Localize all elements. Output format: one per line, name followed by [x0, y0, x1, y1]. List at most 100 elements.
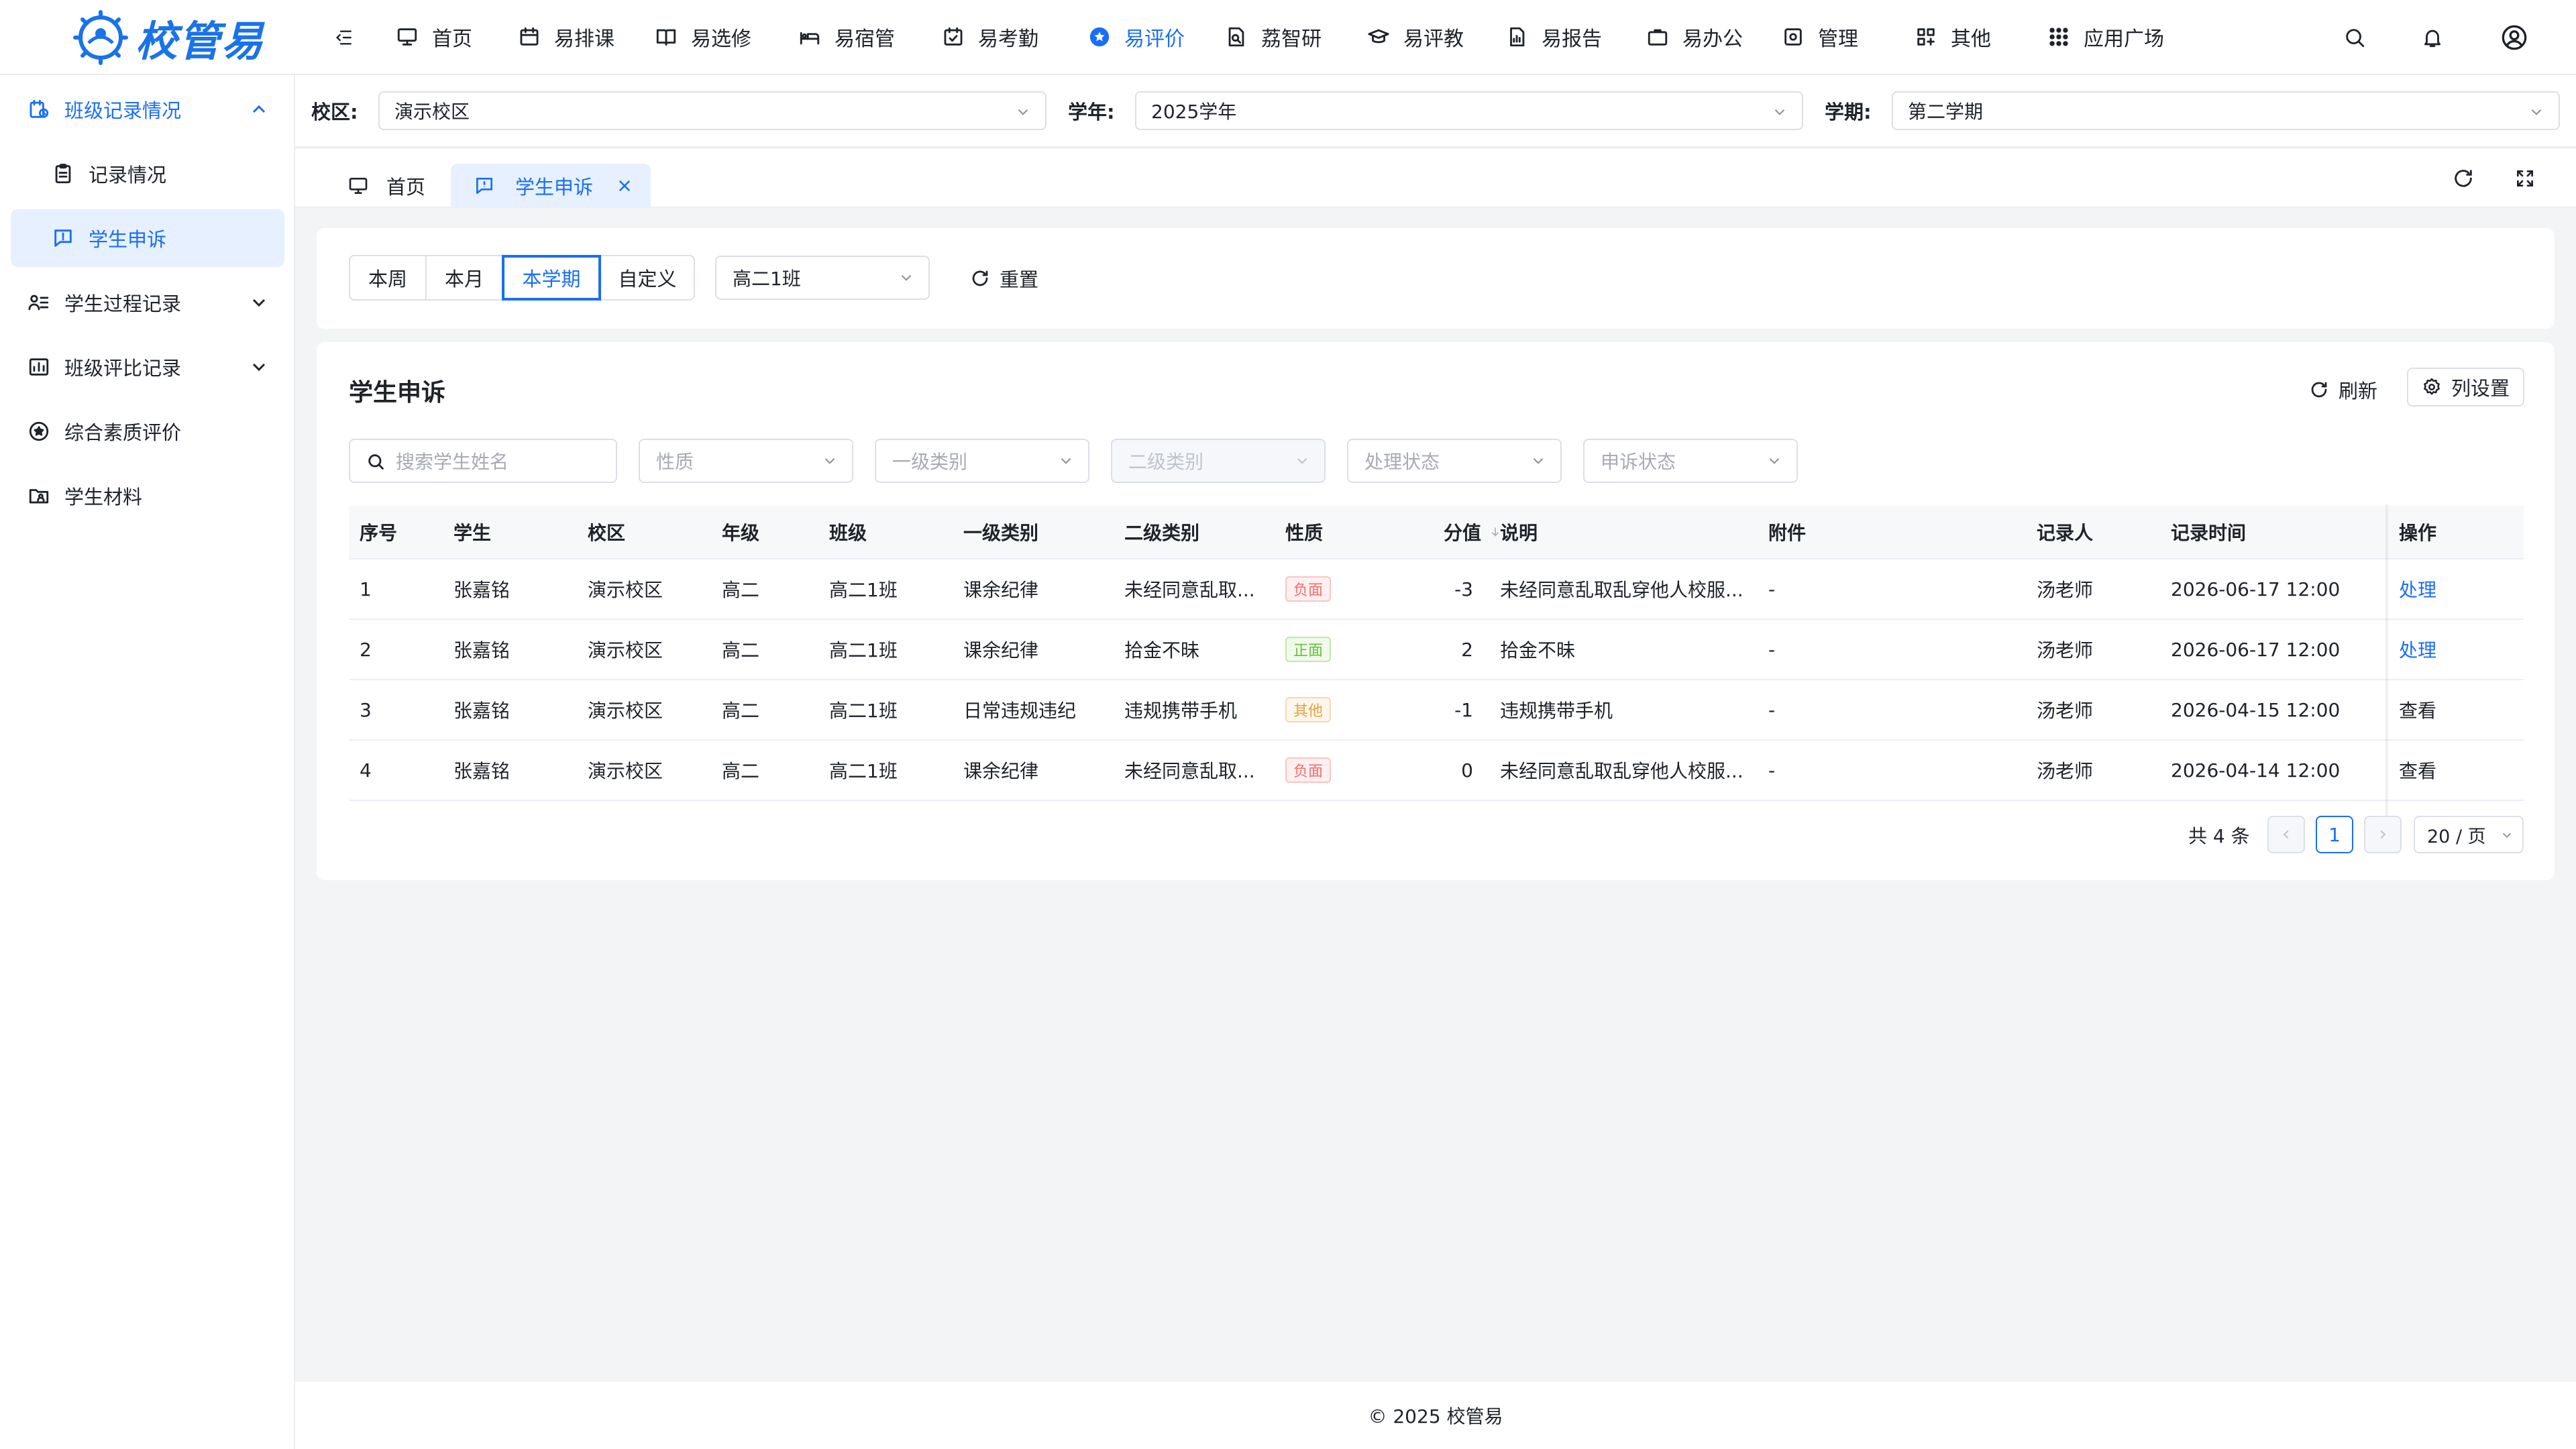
research-icon	[1228, 27, 1244, 47]
period-option-3[interactable]: 本学期	[502, 255, 601, 301]
column-header-label: 记录时间	[2171, 522, 2247, 544]
campus-cell: 演示校区	[588, 579, 663, 601]
student-cell: 张嘉铭	[453, 760, 511, 782]
sidebar-item-3[interactable]: 学生申诉	[11, 209, 284, 267]
view-action-link[interactable]: 查看	[2399, 680, 2520, 739]
campus-select[interactable]: 演示校区	[378, 91, 1046, 130]
class-cell: 高二1班	[829, 700, 898, 722]
pagination-total: 共 4 条	[2188, 825, 2250, 847]
class-cell: 高二1班	[829, 639, 898, 661]
page-size-select[interactable]: 20 / 页	[2414, 816, 2524, 853]
sidebar-collapse-button[interactable]	[329, 23, 358, 52]
refresh-button[interactable]: 刷新	[2309, 376, 2377, 404]
score-cell: -1	[1454, 698, 1473, 721]
nature-select[interactable]: 性质	[639, 439, 853, 483]
nav-item-11[interactable]: 管理	[1782, 0, 1858, 74]
reload-tab-button[interactable]	[2449, 164, 2478, 193]
fixed-column-shadow	[2385, 504, 2390, 822]
view-action-link[interactable]: 查看	[2399, 741, 2520, 800]
prev-page-button[interactable]	[2267, 816, 2305, 853]
cat1-cell: 课余纪律	[963, 760, 1039, 782]
sidebar-item-1[interactable]: 班级记录情况	[0, 80, 295, 138]
fullscreen-button[interactable]	[2510, 164, 2540, 193]
nav-item-12[interactable]: 其他	[1915, 0, 1991, 74]
sidebar-item-7[interactable]: 学生材料	[0, 467, 295, 525]
panel-title: 学生申诉	[349, 379, 446, 407]
refresh-label: 刷新	[2339, 380, 2378, 402]
process-status-select[interactable]: 处理状态	[1347, 439, 1562, 483]
chevron-down-icon	[1061, 458, 1071, 464]
nav-item-label: 易考勤	[978, 28, 1038, 51]
tab-student-appeal[interactable]: 学生申诉	[451, 164, 651, 208]
page-tab-bar: 首页 学生申诉	[295, 149, 2576, 208]
sidebar-item-2[interactable]: 记录情况	[0, 145, 295, 203]
folder-user-icon	[29, 489, 49, 504]
student-cell: 张嘉铭	[453, 579, 511, 601]
column-header-label: 记录人	[2037, 522, 2094, 544]
chevron-down-icon	[252, 299, 266, 307]
nav-item-13[interactable]: 应用广场	[2047, 0, 2164, 74]
column-header[interactable]: 分值	[1406, 506, 1500, 558]
grade-cell: 高二	[722, 639, 760, 661]
term-select[interactable]: 第二学期	[1892, 91, 2560, 130]
category1-placeholder: 一级类别	[892, 451, 968, 473]
close-icon[interactable]	[616, 177, 633, 195]
column-settings-label: 列设置	[2451, 377, 2510, 400]
desc-cell: 未经同意乱取乱穿他人校服...	[1500, 579, 1743, 601]
period-option-1[interactable]: 本周	[349, 255, 427, 301]
next-page-button[interactable]	[2364, 816, 2402, 853]
period-option-4[interactable]: 自定义	[600, 255, 695, 301]
nav-item-2[interactable]: 易排课	[518, 0, 614, 74]
nav-item-6[interactable]: 易评价	[1088, 0, 1185, 74]
chevron-up-icon	[252, 105, 266, 113]
class-record-icon	[30, 99, 49, 118]
category2-select[interactable]: 二级类别	[1111, 439, 1326, 483]
app-logo[interactable]: 校管易	[72, 5, 264, 70]
sidebar-item-4[interactable]: 学生过程记录	[0, 274, 295, 331]
nav-item-9[interactable]: 易报告	[1505, 0, 1602, 74]
page-button-current[interactable]: 1	[2316, 816, 2353, 853]
column-header: 记录人	[2037, 506, 2157, 558]
nav-item-3[interactable]: 易选修	[655, 0, 751, 74]
sidebar-item-6[interactable]: 综合素质评价	[0, 402, 295, 460]
nav-item-4[interactable]: 易宿管	[798, 0, 895, 74]
process-action-link[interactable]: 处理	[2399, 620, 2520, 679]
nature-badge: 其他	[1285, 697, 1332, 722]
column-settings-button[interactable]: 列设置	[2407, 368, 2525, 407]
nav-item-10[interactable]: 易办公	[1646, 0, 1743, 74]
nav-item-5[interactable]: 易考勤	[942, 0, 1038, 74]
appeal-status-select[interactable]: 申诉状态	[1583, 439, 1798, 483]
attach-cell: -	[1768, 698, 1776, 721]
class-select[interactable]: 高二1班	[715, 256, 930, 300]
time-cell: 2026-06-17 12:00	[2171, 578, 2341, 600]
tab-home[interactable]: 首页	[347, 164, 455, 208]
report-icon	[1510, 27, 1525, 47]
nav-item-8[interactable]: 易评教	[1367, 0, 1464, 74]
nav-item-1[interactable]: 首页	[396, 0, 472, 74]
reset-button[interactable]: 重置	[970, 264, 1038, 292]
notification-button[interactable]	[2416, 21, 2449, 54]
student-search-input[interactable]: 搜索学生姓名	[349, 439, 617, 483]
nav-item-label: 易报告	[1542, 28, 1602, 51]
campus-cell: 演示校区	[588, 760, 663, 782]
cat1-cell: 课余纪律	[963, 579, 1039, 601]
grid-icon	[1917, 28, 1935, 46]
bed-icon	[800, 32, 820, 45]
desc-cell: 违规携带手机	[1500, 700, 1613, 722]
column-header-label: 年级	[722, 522, 760, 544]
nature-cell: 其他	[1285, 680, 1393, 739]
year-select[interactable]: 2025学年	[1135, 91, 1803, 130]
nav-item-7[interactable]: 荔智研	[1225, 0, 1322, 74]
refresh-icon	[2455, 170, 2472, 187]
attach-cell: -	[1768, 578, 1776, 600]
search-button[interactable]	[2339, 21, 2371, 54]
user-avatar-button[interactable]	[2498, 21, 2530, 54]
process-action-link[interactable]: 处理	[2399, 559, 2520, 619]
sidebar-item-5[interactable]: 班级评比记录	[0, 338, 295, 396]
column-header-label: 说明	[1500, 522, 1538, 544]
category1-select[interactable]: 一级类别	[875, 439, 1089, 483]
calendar-icon	[520, 27, 539, 46]
column-header: 二级类别	[1124, 506, 1272, 558]
chevron-down-icon	[1533, 458, 1544, 464]
period-option-2[interactable]: 本月	[425, 255, 503, 301]
